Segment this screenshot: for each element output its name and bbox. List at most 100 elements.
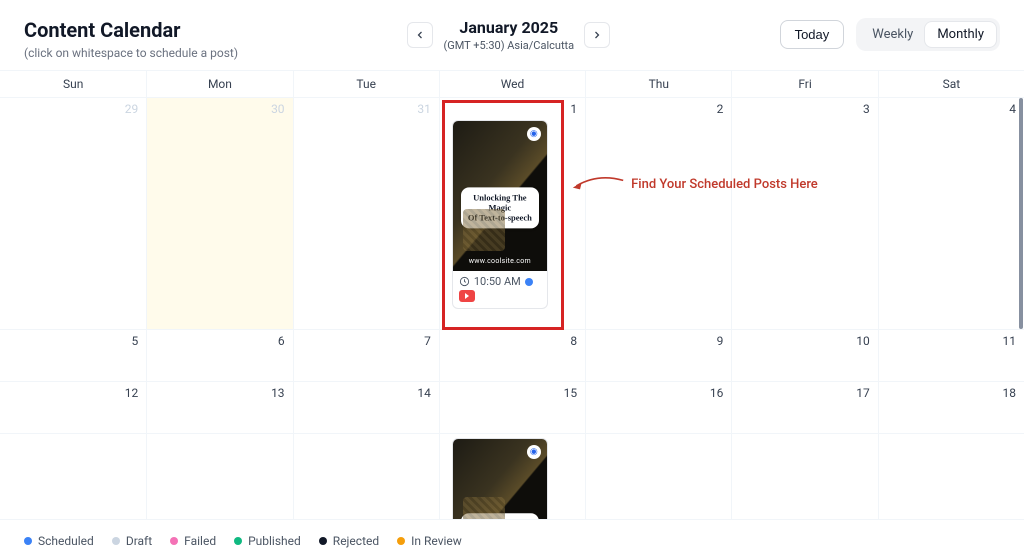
post-time: 10:50 AM [474,275,521,288]
day-number: 7 [424,334,431,348]
header-right: Today Weekly Monthly [780,18,1000,51]
legend-item: Draft [112,534,152,548]
day-number: 10 [856,334,870,348]
day-number: 16 [710,386,724,400]
page-title: Content Calendar [24,18,238,42]
day-cell[interactable] [146,434,292,520]
platform-icon: ◉ [527,445,541,459]
annotation-callout: Find Your Scheduled Posts Here [571,174,818,194]
legend-label: Scheduled [38,534,94,548]
week-row: 12 13 14 15 16 17 18 [0,382,1024,434]
weekday-label: Sun [0,71,146,97]
day-cell[interactable] [731,434,877,520]
legend-label: Failed [184,534,216,548]
weekday-header: Sun Mon Tue Wed Thu Fri Sat [0,70,1024,98]
weekday-label: Wed [439,71,585,97]
day-cell[interactable]: 16 [585,382,731,434]
legend-item: Scheduled [24,534,94,548]
day-number: 5 [132,334,139,348]
day-number: 8 [570,334,577,348]
day-cell[interactable] [585,434,731,520]
calendar: Sun Mon Tue Wed Thu Fri Sat 29 30 31 1 ◉… [0,70,1024,520]
day-number: 6 [278,334,285,348]
legend-dot [319,537,327,545]
legend-dot [397,537,405,545]
legend-label: In Review [411,534,462,548]
day-number: 14 [417,386,431,400]
day-cell[interactable]: 12 [0,382,146,434]
day-number: 15 [564,386,578,400]
header: Content Calendar (click on whitespace to… [0,0,1024,70]
legend-dot [170,537,178,545]
week-row: 5 6 7 8 9 10 11 [0,330,1024,382]
weekday-label: Tue [293,71,439,97]
legend-dot [234,537,242,545]
day-cell[interactable]: 2 [585,98,731,330]
day-cell[interactable] [293,434,439,520]
legend-item: Published [234,534,301,548]
day-cell[interactable]: 11 [878,330,1024,382]
day-number: 2 [717,102,724,116]
month-label: January 2025 [459,18,558,37]
day-number: 4 [1009,102,1016,116]
day-cell[interactable]: 8 [439,330,585,382]
day-cell[interactable] [878,434,1024,520]
post-site: www.coolsite.com [453,257,547,265]
day-number: 3 [863,102,870,116]
weekday-label: Thu [585,71,731,97]
caption-line: Of Text-to-speech [468,212,532,222]
day-number: 9 [717,334,724,348]
month-block: January 2025 (GMT +5:30) Asia/Calcutta [443,18,574,52]
day-cell[interactable]: 3 [731,98,877,330]
page-subtitle: (click on whitespace to schedule a post) [24,46,238,60]
day-number: 13 [271,386,285,400]
legend-label: Rejected [333,534,379,548]
day-cell[interactable]: 5 [0,330,146,382]
day-cell[interactable]: 18 [878,382,1024,434]
legend-label: Published [248,534,301,548]
day-cell[interactable]: 14 [293,382,439,434]
week-row: 29 30 31 1 ◉ Unlocking The Magic Of Text… [0,98,1024,330]
today-button[interactable]: Today [780,20,845,49]
day-cell[interactable]: 17 [731,382,877,434]
day-cell[interactable]: 30 [146,98,292,330]
weekday-label: Mon [146,71,292,97]
callout-text: Find Your Scheduled Posts Here [631,177,818,192]
day-cell[interactable]: 13 [146,382,292,434]
day-number: 17 [856,386,870,400]
day-cell[interactable]: 7 [293,330,439,382]
day-cell[interactable]: 10 [731,330,877,382]
day-cell[interactable]: 1 ◉ Unlocking The Magic Of Text-to-speec… [439,98,585,330]
next-month-button[interactable] [584,22,610,48]
caption-line: Unlocking The Magic [473,192,526,212]
platform-icon: ◉ [527,127,541,141]
day-number: 31 [417,102,431,116]
day-cell[interactable]: 31 [293,98,439,330]
chevron-left-icon [414,29,426,41]
view-weekly[interactable]: Weekly [860,22,925,47]
day-cell[interactable]: 6 [146,330,292,382]
caption-line: Unlocking The Magic [473,518,526,520]
legend-dot [24,537,32,545]
prev-month-button[interactable] [407,22,433,48]
day-cell[interactable] [0,434,146,520]
legend-item: In Review [397,534,462,548]
day-number: 11 [1003,334,1017,348]
day-number: 30 [271,102,285,116]
youtube-icon [459,290,475,302]
chevron-right-icon [591,29,603,41]
post-card[interactable]: ◉ Unlocking The Magic [452,438,548,520]
legend-item: Rejected [319,534,379,548]
post-channels [453,290,547,308]
day-cell[interactable]: 29 [0,98,146,330]
scrollbar[interactable] [1019,98,1023,329]
day-cell[interactable]: 9 [585,330,731,382]
post-card[interactable]: ◉ Unlocking The Magic Of Text-to-speech … [452,120,548,309]
day-cell[interactable]: 4 [878,98,1024,330]
legend-item: Failed [170,534,216,548]
day-cell[interactable]: ◉ Unlocking The Magic [439,434,585,520]
day-cell[interactable]: 15 [439,382,585,434]
view-monthly[interactable]: Monthly [925,22,996,47]
clock-icon [459,276,470,287]
day-number: 1 [570,102,577,116]
